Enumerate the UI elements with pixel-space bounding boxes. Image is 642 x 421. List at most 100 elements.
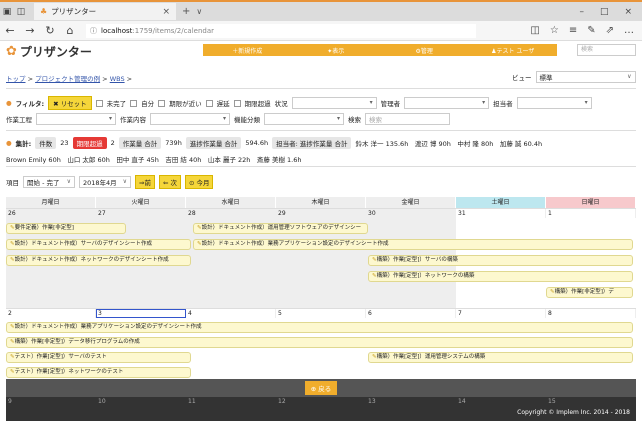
calendar-item-label: 構築）作業[定型]）運用管理システムの構築 [376, 354, 486, 360]
aggregate-bullet-icon: ● [6, 139, 12, 147]
day-14[interactable]: 14 [456, 397, 546, 406]
prev-month-button[interactable]: ⇒前 [135, 175, 155, 189]
url-field[interactable]: ⓘ localhost :1759/items/2/calendar [86, 23, 476, 38]
new-tab-icon[interactable]: + [182, 6, 190, 17]
menu-admin[interactable]: ⚙管理 [380, 46, 469, 55]
calendar-item[interactable]: ✎要件定義）作業[非定型] [6, 223, 126, 234]
calendar-item[interactable]: ✎構築）作業[定型]）サーバの構築 [368, 255, 633, 266]
calendar-item[interactable]: ✎構築）作業[非定型]）データ移行プログラムの作成 [6, 337, 633, 348]
set-aside-tabs-icon[interactable]: ◫ [14, 6, 28, 18]
day-1[interactable]: 1 [546, 209, 636, 218]
mine-checkbox[interactable] [130, 99, 138, 107]
day-12[interactable]: 12 [276, 397, 366, 406]
calendar-item[interactable]: ✎テスト）作業[定型]）サーバのテスト [6, 352, 191, 363]
calendar-item[interactable]: ✎設計）ドキュメント作成）業務アプリケーション設定のデザインシート作成 [6, 322, 633, 333]
day-30[interactable]: 30 [366, 209, 456, 218]
forward-icon[interactable]: → [20, 24, 40, 37]
maximize-icon[interactable]: □ [600, 7, 609, 17]
app-logo[interactable]: ✿ プリザンター [6, 43, 92, 60]
chevron-down-icon: ▾ [336, 115, 340, 122]
refresh-icon[interactable]: ↻ [40, 24, 60, 37]
favorite-star-icon[interactable]: ☆ [550, 25, 559, 36]
process-select[interactable]: ▾ [36, 113, 116, 125]
content-select[interactable]: ▾ [150, 113, 230, 125]
main-menu: ＋新規作成 ✦表示 ⚙管理 ♟テスト ユーザ [203, 44, 557, 56]
month-select[interactable]: 2018年4月 ∨ [79, 176, 131, 188]
manager-select[interactable]: ▾ [404, 97, 490, 109]
more-icon[interactable]: … [624, 25, 634, 36]
close-window-icon[interactable]: × [624, 7, 632, 17]
view-value: 標準 [539, 74, 553, 82]
chevron-down-icon: ∨ [122, 178, 127, 185]
logo-icon: ✿ [6, 43, 17, 59]
calendar-item[interactable]: ✎構築）作業[非定型]）デ [546, 287, 633, 298]
calendar-item[interactable]: ✎構築）作業[定型]）ネットワークの構築 [368, 271, 633, 282]
incomplete-checkbox[interactable] [95, 99, 103, 107]
near-deadline-checkbox[interactable] [158, 99, 166, 107]
calendar-item-label: 設計）ドキュメント作成）業務アプリケーション設定のデザインシート作成 [201, 241, 389, 247]
filter-reset-button[interactable]: ✖ リセット [48, 96, 92, 110]
url-path: :1759/items/2/calendar [132, 26, 215, 35]
header-search-input[interactable]: 検索 [577, 44, 636, 56]
breadcrumb-top[interactable]: トップ [6, 75, 26, 83]
day-31[interactable]: 31 [456, 209, 546, 218]
this-month-button[interactable]: ⊙ 今月 [184, 175, 214, 189]
calendar-item[interactable]: ✎設計）ドキュメント作成）ネットワークのデザインシート作成 [6, 255, 191, 266]
calendar-item[interactable]: ✎テスト）作業[定型]）ネットワークのテスト [6, 367, 191, 378]
logo-text: プリザンター [19, 44, 92, 59]
calendar-week-1: 26 27 28 29 30 31 1 ✎要件定義）作業[非定型] ✎設計）ドキ… [6, 208, 636, 308]
day-27[interactable]: 27 [96, 209, 186, 218]
day-3[interactable]: 3 [96, 309, 186, 318]
status-select[interactable]: ▾ [291, 97, 377, 109]
weekday-mon: 月曜日 [6, 197, 96, 208]
pen-icon[interactable]: ✎ [587, 25, 595, 36]
item-select[interactable]: 開始 - 完了 ∨ [23, 176, 75, 188]
calendar-item[interactable]: ✎設計）ドキュメント作成）運用管理ソフトウェアのデザインシー [193, 223, 368, 234]
filter-search-input[interactable]: 検索 [365, 113, 450, 125]
menu-view[interactable]: ✦表示 [292, 46, 381, 55]
calendar-item[interactable]: ✎設計）ドキュメント作成）サーバのデザインシート作成 [6, 239, 191, 250]
day-10[interactable]: 10 [96, 397, 186, 406]
reading-view-icon[interactable]: ◫ [530, 25, 539, 36]
minimize-icon[interactable]: – [579, 7, 584, 17]
day-11[interactable]: 11 [186, 397, 276, 406]
back-button[interactable]: ⊕ 戻る [304, 381, 338, 395]
day-13[interactable]: 13 [366, 397, 456, 406]
day-2[interactable]: 2 [6, 309, 96, 318]
day-9[interactable]: 9 [6, 397, 96, 406]
day-7[interactable]: 7 [456, 309, 546, 318]
category-select[interactable]: ▾ [264, 113, 344, 125]
owner-select[interactable]: ▾ [516, 97, 592, 109]
view-select[interactable]: 標準 ∨ [535, 71, 636, 83]
day-15[interactable]: 15 [546, 397, 636, 406]
day-26[interactable]: 26 [6, 209, 96, 218]
browser-tab[interactable]: ♣ プリザンター × [34, 3, 176, 20]
share-icon[interactable]: ⇗ [606, 25, 614, 36]
next-month-button[interactable]: ⇐ 次 [158, 175, 181, 189]
favorites-hub-icon[interactable]: ≡ [569, 25, 577, 36]
chevron-down-icon: ▾ [482, 99, 486, 106]
day-4[interactable]: 4 [186, 309, 276, 318]
menu-new[interactable]: ＋新規作成 [203, 46, 292, 55]
breadcrumb-wbs[interactable]: WBS [110, 75, 125, 83]
tab-actions-icon[interactable]: ▣ [0, 6, 14, 18]
tab-title: プリザンター [51, 7, 97, 16]
tab-list-chevron-icon[interactable]: ∨ [196, 7, 202, 16]
breadcrumb-project[interactable]: プロジェクト管理の例 [35, 75, 100, 83]
weekday-thu: 木曜日 [276, 197, 366, 208]
home-icon[interactable]: ⌂ [60, 24, 80, 37]
progress-total-label: 進捗作業量 合計 [185, 137, 242, 149]
calendar-item[interactable]: ✎構築）作業[定型]）運用管理システムの構築 [368, 352, 633, 363]
day-6[interactable]: 6 [366, 309, 456, 318]
back-icon[interactable]: ← [0, 24, 20, 37]
day-28[interactable]: 28 [186, 209, 276, 218]
close-tab-icon[interactable]: × [162, 7, 170, 17]
day-5[interactable]: 5 [276, 309, 366, 318]
calendar-item[interactable]: ✎設計）ドキュメント作成）業務アプリケーション設定のデザインシート作成 [193, 239, 633, 250]
incomplete-label: 未完了 [106, 100, 127, 108]
overdue-checkbox[interactable] [233, 99, 241, 107]
day-29[interactable]: 29 [276, 209, 366, 218]
delay-checkbox[interactable] [205, 99, 213, 107]
menu-user[interactable]: ♟テスト ユーザ [469, 46, 558, 55]
day-8[interactable]: 8 [546, 309, 636, 318]
